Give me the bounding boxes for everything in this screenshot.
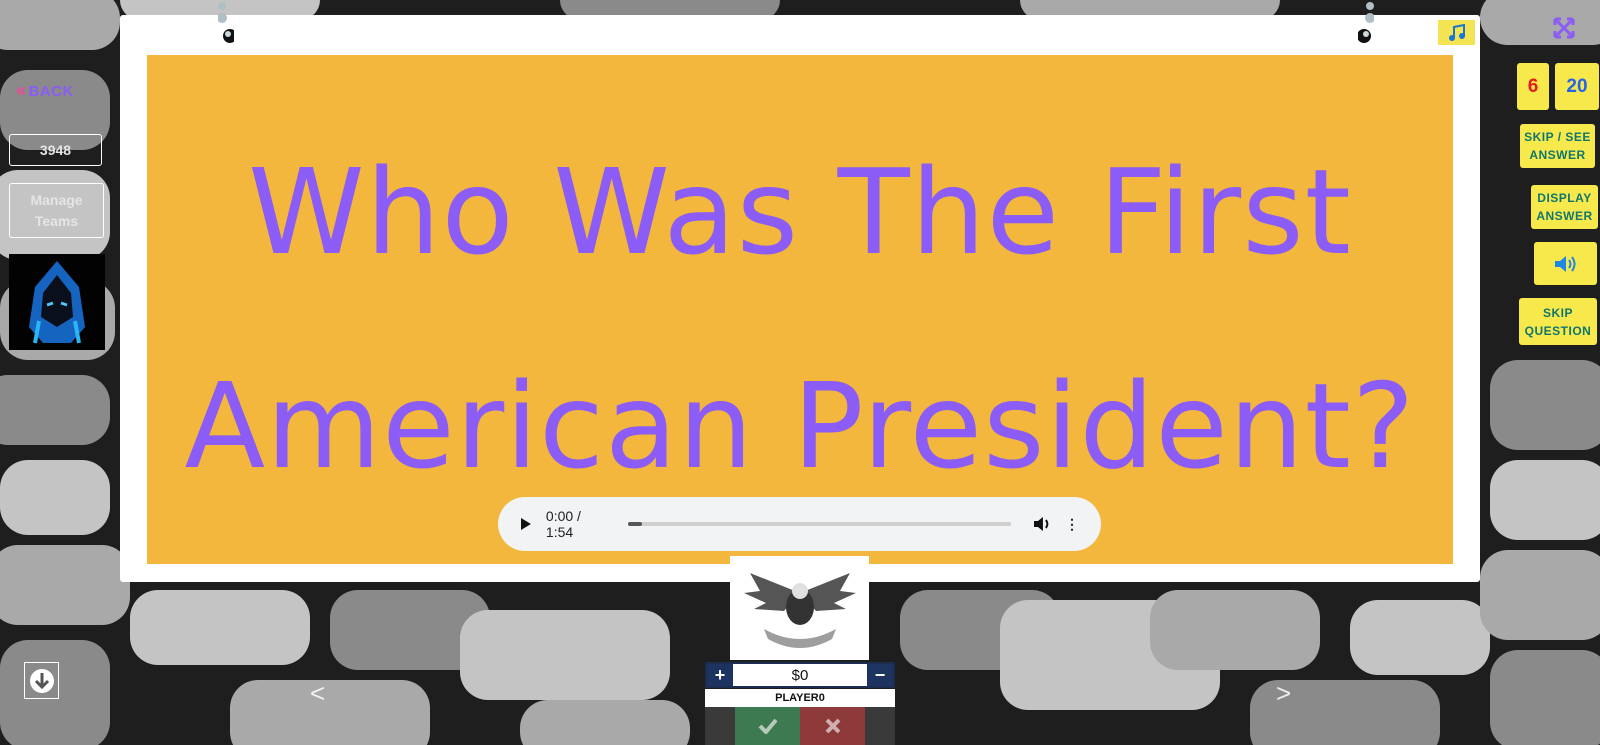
minus-icon[interactable]: − bbox=[867, 664, 893, 686]
previous-player-arrow[interactable]: < bbox=[310, 678, 325, 709]
music-icon bbox=[1448, 23, 1465, 41]
audio-player[interactable]: 0:00 / 1:54 ⋮ bbox=[498, 497, 1101, 551]
down-arrow-icon bbox=[29, 668, 54, 693]
skip-question-button[interactable]: SKIP QUESTION bbox=[1519, 298, 1597, 345]
question-text: Who Was The First American President? bbox=[184, 143, 1416, 495]
host-avatar bbox=[9, 254, 105, 350]
play-icon[interactable] bbox=[520, 517, 532, 531]
card-pin-left bbox=[218, 2, 234, 43]
question-counter-current: 6 bbox=[1517, 63, 1549, 110]
game-code: 3948 bbox=[9, 134, 102, 166]
player-image bbox=[730, 556, 869, 660]
player-score[interactable]: $0 bbox=[733, 667, 867, 684]
music-toggle-button[interactable] bbox=[1438, 20, 1475, 45]
card-pin-right bbox=[1358, 2, 1374, 43]
mark-wrong-button[interactable] bbox=[800, 707, 865, 745]
double-chevron-left-icon: « bbox=[16, 80, 27, 100]
manage-teams-button[interactable]: Manage Teams bbox=[9, 183, 104, 238]
sound-button[interactable] bbox=[1534, 242, 1597, 285]
next-player-arrow[interactable]: > bbox=[1276, 678, 1291, 709]
scroll-down-button[interactable] bbox=[24, 662, 59, 699]
hooded-figure-icon bbox=[29, 261, 85, 344]
audio-progress-track[interactable] bbox=[627, 522, 1012, 526]
eagle-icon bbox=[743, 573, 856, 648]
question-counter-total: 20 bbox=[1555, 63, 1599, 110]
plus-icon[interactable]: + bbox=[707, 664, 733, 686]
volume-icon bbox=[1554, 255, 1575, 272]
skip-see-answer-button[interactable]: SKIP / SEE ANSWER bbox=[1520, 124, 1595, 168]
display-answer-button[interactable]: DISPLAY ANSWER bbox=[1531, 185, 1598, 229]
back-label: BACK bbox=[28, 83, 74, 100]
player-score-row: + $0 − bbox=[705, 662, 895, 688]
volume-icon[interactable] bbox=[1033, 516, 1051, 532]
mark-correct-button[interactable] bbox=[735, 707, 800, 745]
player-name: PLAYER0 bbox=[705, 689, 895, 707]
expand-icon[interactable] bbox=[1553, 17, 1575, 39]
close-icon bbox=[825, 718, 840, 734]
audio-time: 0:00 / 1:54 bbox=[545, 508, 581, 540]
judge-buttons bbox=[705, 707, 895, 745]
question-panel: Who Was The First American President? 0:… bbox=[147, 55, 1453, 564]
back-link[interactable]: «BACK bbox=[16, 80, 74, 101]
check-icon bbox=[758, 718, 778, 734]
more-options-icon[interactable]: ⋮ bbox=[1065, 516, 1079, 533]
